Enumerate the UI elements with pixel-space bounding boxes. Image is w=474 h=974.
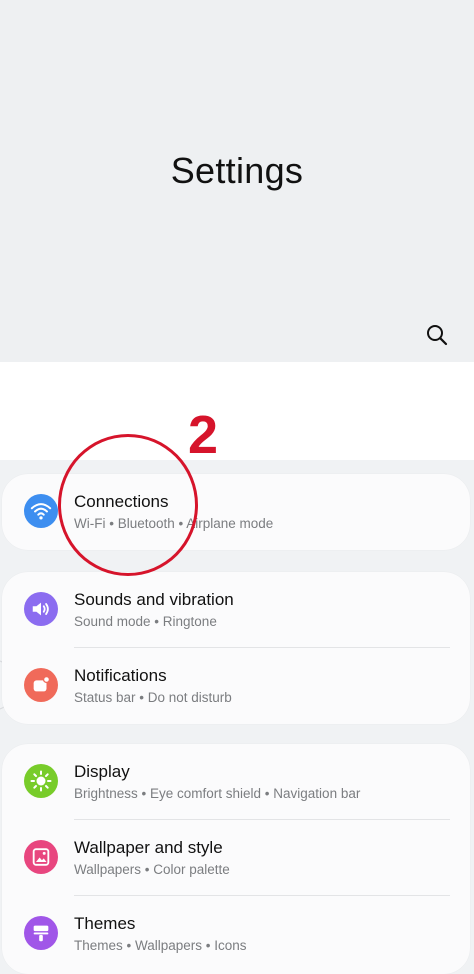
annotation-number: 2 bbox=[188, 405, 219, 465]
settings-item-subtitle: Wi-Fi • Bluetooth • Airplane mode bbox=[74, 516, 274, 531]
settings-item-display[interactable]: Display Brightness • Eye comfort shield … bbox=[2, 744, 470, 818]
connections-icon-badge bbox=[24, 494, 58, 528]
settings-item-title: Display bbox=[74, 762, 130, 781]
themes-icon bbox=[33, 925, 49, 942]
header: Settings bbox=[0, 0, 474, 362]
wifi-icon bbox=[30, 503, 52, 520]
search-icon bbox=[427, 325, 448, 346]
settings-card-sounds-notifications: Sounds and vibration Sound mode • Ringto… bbox=[2, 572, 470, 724]
sun-icon bbox=[30, 770, 52, 792]
settings-item-notifications[interactable]: Notifications Status bar • Do not distur… bbox=[2, 648, 470, 722]
settings-item-wallpaper[interactable]: Wallpaper and style Wallpapers • Color p… bbox=[2, 820, 470, 894]
header-divider-band bbox=[0, 362, 474, 460]
settings-item-subtitle: Status bar • Do not disturb bbox=[74, 690, 232, 705]
settings-item-connections[interactable]: Connections Wi-Fi • Bluetooth • Airplane… bbox=[2, 474, 470, 548]
settings-item-title: Sounds and vibration bbox=[74, 590, 234, 609]
settings-item-subtitle: Wallpapers • Color palette bbox=[74, 862, 230, 877]
wallpaper-icon bbox=[32, 848, 50, 866]
wallpaper-icon-badge bbox=[24, 840, 58, 874]
settings-item-title: Wallpaper and style bbox=[74, 838, 223, 857]
speaker-icon bbox=[32, 602, 49, 616]
settings-item-title: Notifications bbox=[74, 666, 167, 685]
search-button[interactable] bbox=[420, 318, 454, 352]
notifications-icon-badge bbox=[24, 668, 58, 702]
notification-icon bbox=[33, 675, 51, 692]
settings-card-connections: Connections Wi-Fi • Bluetooth • Airplane… bbox=[2, 474, 470, 550]
settings-item-subtitle: Sound mode • Ringtone bbox=[74, 614, 217, 629]
settings-item-title: Connections bbox=[74, 492, 169, 511]
settings-item-sounds[interactable]: Sounds and vibration Sound mode • Ringto… bbox=[2, 572, 470, 646]
sounds-icon-badge bbox=[24, 592, 58, 626]
settings-item-themes[interactable]: Themes Themes • Wallpapers • Icons bbox=[2, 896, 470, 970]
settings-card-display: Display Brightness • Eye comfort shield … bbox=[2, 744, 470, 974]
page-title: Settings bbox=[170, 150, 304, 191]
display-icon-badge bbox=[24, 764, 58, 798]
settings-item-subtitle: Themes • Wallpapers • Icons bbox=[74, 938, 247, 953]
themes-icon-badge bbox=[24, 916, 58, 950]
settings-item-subtitle: Brightness • Eye comfort shield • Naviga… bbox=[74, 786, 361, 801]
settings-item-title: Themes bbox=[74, 914, 136, 933]
